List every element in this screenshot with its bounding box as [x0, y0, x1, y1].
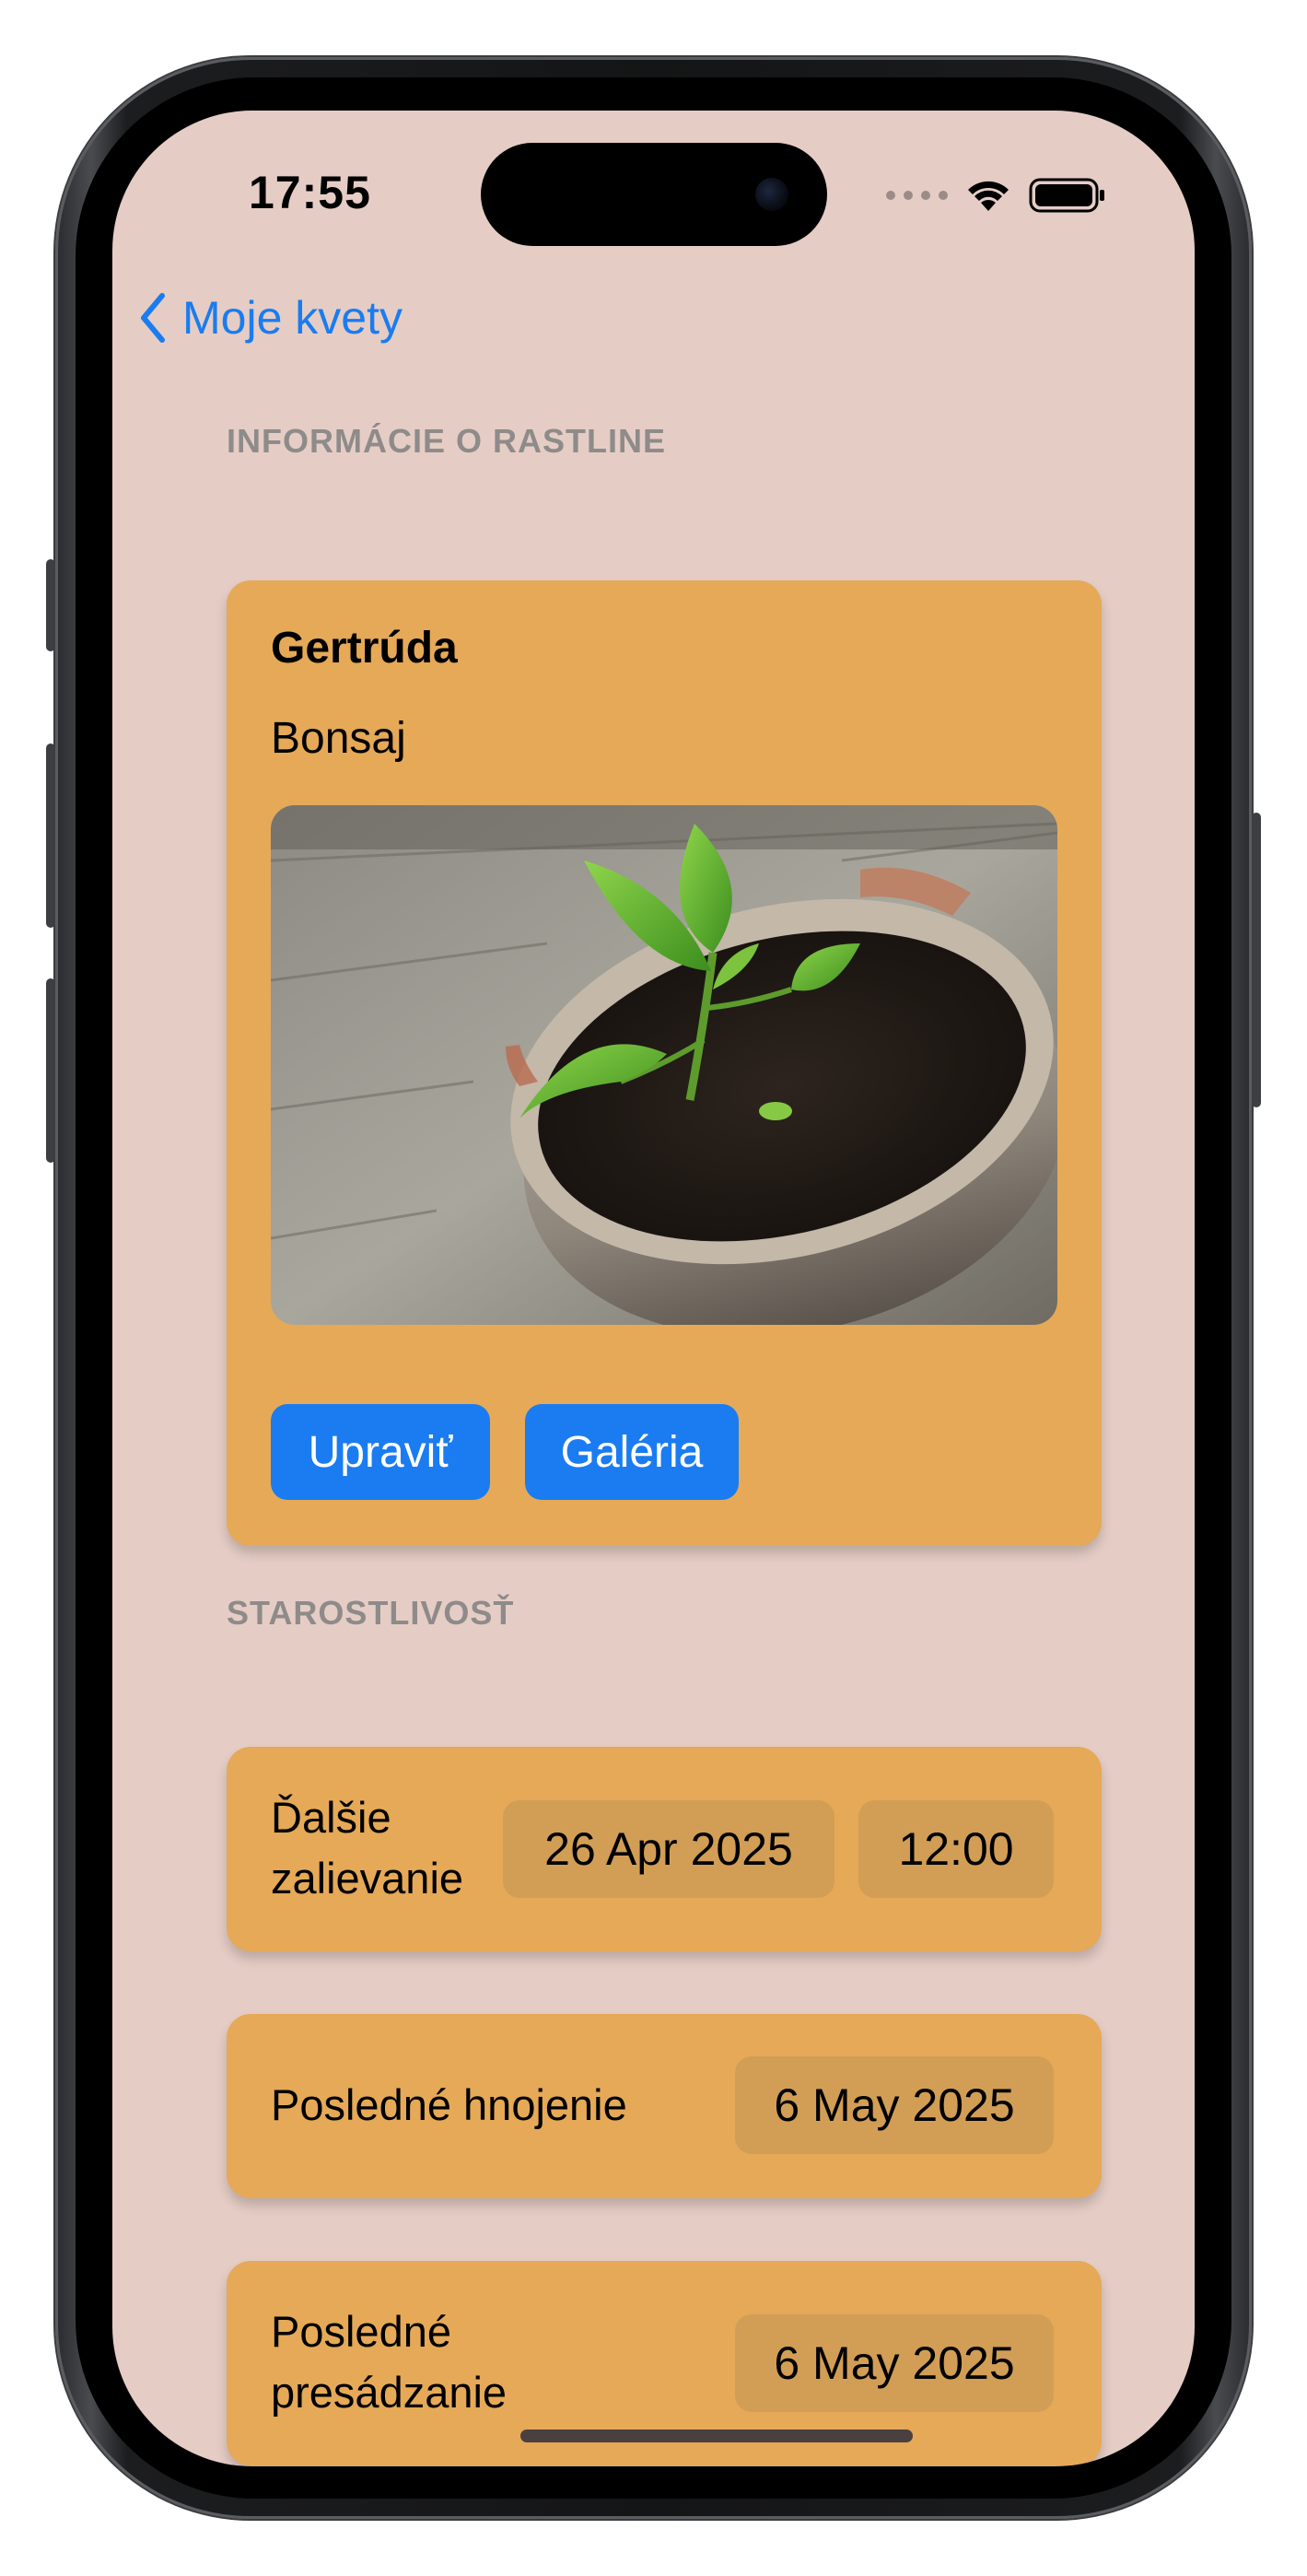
volume-down-button	[46, 978, 55, 1163]
edit-button[interactable]: Upraviť	[271, 1404, 490, 1500]
back-button[interactable]: Moje kvety	[138, 291, 403, 345]
gallery-button[interactable]: Galéria	[525, 1404, 739, 1500]
plant-species: Bonsaj	[271, 714, 406, 763]
status-indicators	[886, 175, 1106, 216]
action-button	[46, 559, 55, 651]
last-fertilizing-label: Posledné hnojenie	[271, 2080, 627, 2129]
last-fertilizing-row: Posledné hnojenie 6 May 2025	[227, 2014, 1102, 2198]
home-indicator[interactable]	[520, 2430, 913, 2442]
phone-frame: 17:55 Moje kvety INFORMÁCIE O RASTLINE G…	[46, 57, 1261, 2519]
section-header-plant-info: INFORMÁCIE O RASTLINE	[227, 422, 666, 460]
next-watering-date-picker[interactable]: 26 Apr 2025	[503, 1800, 834, 1898]
plant-name: Gertrúda	[271, 624, 458, 673]
last-fertilizing-date-picker[interactable]: 6 May 2025	[735, 2056, 1054, 2154]
next-watering-row: Ďalšie zalievanie 26 Apr 2025 12:00	[227, 1747, 1102, 1951]
status-time: 17:55	[249, 167, 371, 218]
next-watering-time-picker[interactable]: 12:00	[858, 1800, 1054, 1898]
battery-icon	[1029, 178, 1104, 213]
wifi-icon	[968, 181, 1009, 211]
plant-image	[271, 805, 1057, 1325]
camera-icon	[755, 178, 788, 211]
volume-up-button	[46, 744, 55, 928]
back-label: Moje kvety	[182, 292, 403, 344]
next-watering-label: Ďalšie zalievanie	[271, 1793, 464, 1903]
cellular-signal-icon	[886, 191, 948, 200]
last-repotting-date-picker[interactable]: 6 May 2025	[735, 2314, 1054, 2412]
app-screen: 17:55 Moje kvety INFORMÁCIE O RASTLINE G…	[112, 111, 1195, 2466]
section-header-care: STAROSTLIVOSŤ	[227, 1594, 515, 1632]
last-repotting-label: Posledné presádzanie	[271, 2307, 508, 2417]
plant-info-card: Gertrúda Bonsaj Upraviť Galéria	[227, 580, 1102, 1546]
dynamic-island	[481, 143, 827, 246]
power-button	[1252, 813, 1261, 1107]
plant-photo	[271, 805, 1057, 1325]
chevron-left-icon	[141, 293, 165, 343]
